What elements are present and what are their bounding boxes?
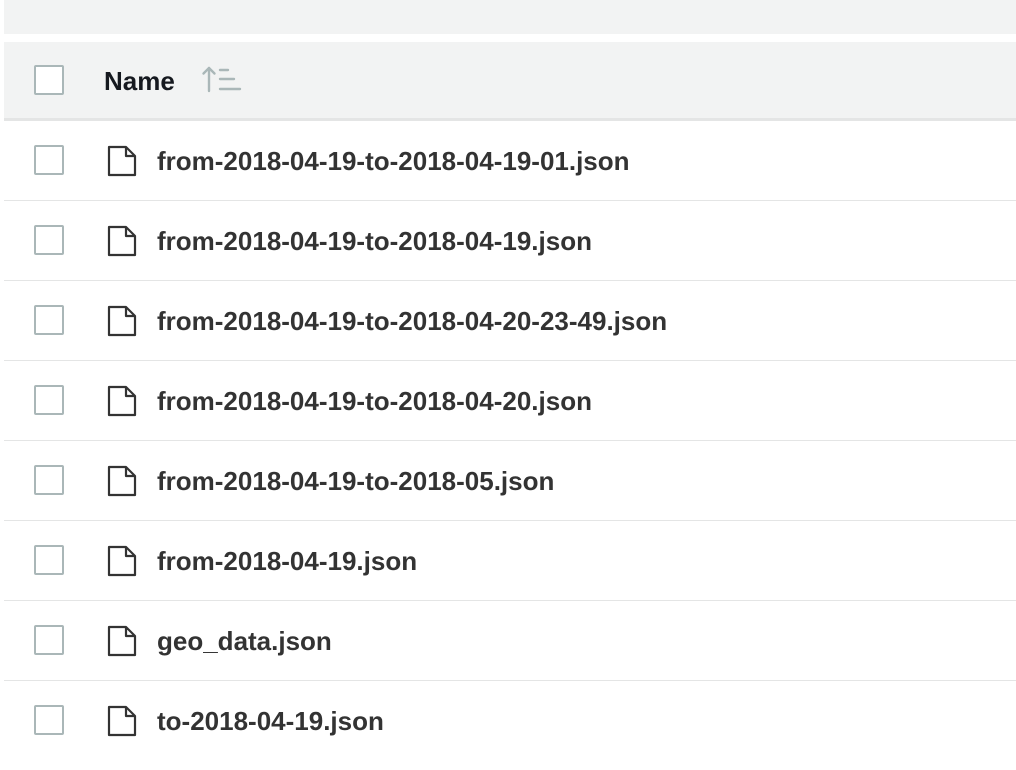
file-browser: Name from-2018-04-19-to-2018-04-19-01.js… <box>0 0 1016 770</box>
table-row[interactable]: geo_data.json <box>4 601 1016 681</box>
file-name-link[interactable]: geo_data.json <box>157 622 332 660</box>
row-checkbox[interactable] <box>34 305 64 335</box>
file-name-link[interactable]: from-2018-04-19-to-2018-04-20.json <box>157 382 592 420</box>
row-checkbox[interactable] <box>34 625 64 655</box>
table-row[interactable]: from-2018-04-19-to-2018-05.json <box>4 441 1016 521</box>
row-checkbox[interactable] <box>34 145 64 175</box>
file-icon <box>107 385 137 417</box>
file-icon <box>107 545 137 577</box>
row-checkbox[interactable] <box>34 225 64 255</box>
table-row[interactable]: from-2018-04-19.json <box>4 521 1016 601</box>
row-checkbox[interactable] <box>34 545 64 575</box>
sort-ascending-icon[interactable] <box>200 64 244 96</box>
file-icon <box>107 465 137 497</box>
table-header: Name <box>4 42 1016 121</box>
file-table: Name from-2018-04-19-to-2018-04-19-01.js… <box>4 42 1016 761</box>
row-checkbox[interactable] <box>34 385 64 415</box>
file-name-link[interactable]: from-2018-04-19-to-2018-04-19-01.json <box>157 142 630 180</box>
table-row[interactable]: from-2018-04-19-to-2018-04-19.json <box>4 201 1016 281</box>
file-icon <box>107 305 137 337</box>
file-name-link[interactable]: from-2018-04-19-to-2018-05.json <box>157 462 554 500</box>
file-name-link[interactable]: from-2018-04-19-to-2018-04-19.json <box>157 222 592 260</box>
row-checkbox[interactable] <box>34 705 64 735</box>
file-name-link[interactable]: from-2018-04-19-to-2018-04-20-23-49.json <box>157 302 667 340</box>
file-icon <box>107 625 137 657</box>
row-checkbox[interactable] <box>34 465 64 495</box>
file-icon <box>107 145 137 177</box>
file-name-link[interactable]: from-2018-04-19.json <box>157 542 417 580</box>
table-row[interactable]: from-2018-04-19-to-2018-04-20-23-49.json <box>4 281 1016 361</box>
file-icon <box>107 225 137 257</box>
file-name-link[interactable]: to-2018-04-19.json <box>157 702 384 740</box>
name-column-header[interactable]: Name <box>104 64 175 98</box>
table-row[interactable]: from-2018-04-19-to-2018-04-19-01.json <box>4 121 1016 201</box>
file-icon <box>107 705 137 737</box>
table-row[interactable]: to-2018-04-19.json <box>4 681 1016 761</box>
toolbar-strip <box>4 0 1016 34</box>
table-row[interactable]: from-2018-04-19-to-2018-04-20.json <box>4 361 1016 441</box>
select-all-checkbox[interactable] <box>34 65 64 95</box>
